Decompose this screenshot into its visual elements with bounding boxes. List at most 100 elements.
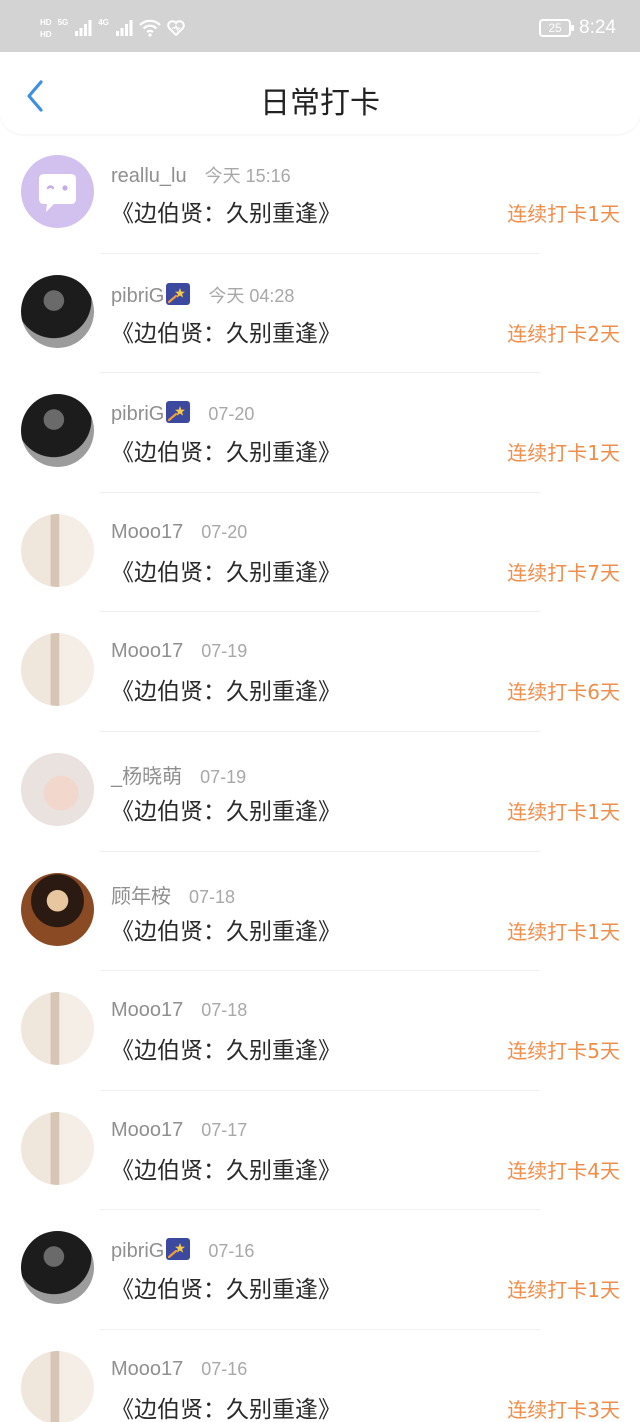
checkin-meta: _杨晓萌 07-19: [111, 760, 246, 789]
username-wrap[interactable]: pibriG: [111, 282, 191, 308]
checkin-meta: pibriG 07-20: [111, 401, 254, 426]
username-wrap[interactable]: Mooo17: [111, 1358, 183, 1381]
username-wrap[interactable]: _杨晓萌: [111, 760, 182, 789]
checkin-time: 07-19: [200, 766, 247, 787]
checkin-time: 07-18: [189, 886, 236, 907]
avatar[interactable]: [21, 513, 94, 587]
username[interactable]: pibriG: [111, 285, 164, 307]
chat-bubble-icon: [39, 174, 76, 212]
checkin-meta: reallu_lu 今天 15:16: [111, 162, 291, 188]
shooting-star-icon: [166, 1238, 191, 1261]
streak-label: 连续打卡4天: [507, 1158, 620, 1183]
checkin-time: 07-20: [201, 521, 248, 542]
streak-label: 连续打卡1天: [507, 1278, 620, 1303]
username-wrap[interactable]: reallu_lu: [111, 165, 187, 188]
hd-badges: HD HD: [40, 18, 52, 39]
book-title[interactable]: 《边伯贤：久别重逢》: [111, 314, 341, 348]
streak-label: 连续打卡1天: [507, 202, 620, 226]
status-bar: HD HD 5G 4G 25 8:24: [0, 0, 640, 52]
book-title[interactable]: 《边伯贤：久别重逢》: [111, 1390, 341, 1422]
streak-label: 连续打卡6天: [507, 680, 620, 705]
checkin-row[interactable]: Mooo17 07-16 《边伯贤：久别重逢》 连续打卡3天: [0, 1330, 640, 1422]
book-title[interactable]: 《边伯贤：久别重逢》: [111, 1270, 341, 1304]
checkin-meta: Mooo17 07-20: [111, 521, 247, 544]
streak-label: 连续打卡1天: [507, 441, 620, 466]
avatar[interactable]: [21, 1111, 94, 1185]
checkin-meta: Mooo17 07-17: [111, 1119, 247, 1142]
username-wrap[interactable]: 顾年桉: [111, 880, 171, 909]
streak-label: 连续打卡7天: [507, 560, 620, 585]
avatar[interactable]: [21, 1231, 94, 1305]
username-wrap[interactable]: Mooo17: [111, 521, 183, 544]
avatar[interactable]: [21, 872, 94, 946]
streak-label: 连续打卡3天: [507, 1397, 620, 1422]
checkin-meta: Mooo17 07-19: [111, 640, 247, 663]
checkin-meta: pibriG 07-16: [111, 1238, 254, 1263]
checkin-row[interactable]: Mooo17 07-17 《边伯贤：久别重逢》 连续打卡4天: [0, 1091, 640, 1211]
network-type-label: 4G: [98, 18, 109, 27]
checkin-row[interactable]: reallu_lu 今天 15:16 《边伯贤：久别重逢》 连续打卡1天: [0, 134, 640, 254]
username-wrap[interactable]: Mooo17: [111, 640, 183, 663]
checkin-row[interactable]: 顾年桉 07-18 《边伯贤：久别重逢》 连续打卡1天: [0, 852, 640, 972]
hd-badge: HD: [40, 29, 52, 39]
username[interactable]: 顾年桉: [111, 886, 171, 908]
checkin-row[interactable]: Mooo17 07-19 《边伯贤：久别重逢》 连续打卡6天: [0, 612, 640, 732]
checkin-time: 07-19: [201, 641, 248, 662]
checkin-time: 今天 04:28: [208, 285, 295, 306]
streak-label: 连续打卡1天: [507, 799, 620, 824]
checkin-row[interactable]: pibriG 07-16 《边伯贤：久别重逢》 连续打卡1天: [0, 1210, 640, 1330]
streak-label: 连续打卡1天: [507, 919, 620, 944]
avatar[interactable]: [21, 394, 94, 468]
shooting-star-icon: [166, 282, 191, 305]
clock: 8:24: [579, 17, 616, 38]
avatar[interactable]: [21, 752, 94, 826]
network-type-label: 5G: [57, 18, 69, 27]
checkin-time: 07-16: [201, 1358, 248, 1379]
book-title[interactable]: 《边伯贤：久别重逢》: [111, 792, 341, 826]
username-wrap[interactable]: pibriG: [111, 401, 191, 426]
streak-label: 连续打卡2天: [507, 321, 620, 346]
checkin-meta: Mooo17 07-16: [111, 1358, 247, 1381]
username[interactable]: Mooo17: [111, 640, 183, 662]
username[interactable]: Mooo17: [111, 521, 183, 543]
checkin-time: 07-16: [208, 1241, 255, 1262]
username[interactable]: reallu_lu: [111, 165, 187, 187]
username[interactable]: Mooo17: [111, 999, 183, 1021]
heart-icon: [167, 20, 185, 36]
username[interactable]: Mooo17: [111, 1119, 183, 1141]
checkin-row[interactable]: _杨晓萌 07-19 《边伯贤：久别重逢》 连续打卡1天: [0, 732, 640, 852]
avatar[interactable]: [21, 155, 94, 228]
page-title: 日常打卡: [260, 86, 380, 121]
book-title[interactable]: 《边伯贤：久别重逢》: [111, 912, 341, 946]
checkin-row[interactable]: Mooo17 07-20 《边伯贤：久别重逢》 连续打卡7天: [0, 493, 640, 613]
checkin-meta: 顾年桉 07-18: [111, 880, 235, 909]
username-wrap[interactable]: Mooo17: [111, 999, 183, 1022]
username[interactable]: pibriG: [111, 403, 164, 425]
username-wrap[interactable]: pibriG: [111, 1238, 191, 1263]
checkin-row[interactable]: pibriG 07-20 《边伯贤：久别重逢》 连续打卡1天: [0, 373, 640, 493]
book-title[interactable]: 《边伯贤：久别重逢》: [111, 194, 341, 228]
checkin-row[interactable]: pibriG 今天 04:28 《边伯贤：久别重逢》 连续打卡2天: [0, 254, 640, 374]
checkin-time: 今天 15:16: [204, 166, 291, 186]
checkin-row[interactable]: Mooo17 07-18 《边伯贤：久别重逢》 连续打卡5天: [0, 971, 640, 1091]
username[interactable]: _杨晓萌: [111, 766, 182, 788]
username[interactable]: Mooo17: [111, 1358, 183, 1380]
checkin-time: 07-20: [208, 404, 255, 425]
battery-icon: 25: [539, 19, 575, 37]
username-wrap[interactable]: Mooo17: [111, 1119, 183, 1142]
book-title[interactable]: 《边伯贤：久别重逢》: [111, 1151, 341, 1185]
checkin-time: 07-18: [201, 1000, 248, 1021]
avatar[interactable]: [21, 1350, 94, 1422]
book-title[interactable]: 《边伯贤：久别重逢》: [111, 1031, 341, 1065]
status-icons-left: HD HD 5G 4G: [40, 16, 185, 40]
nav-bar: 日常打卡: [0, 52, 640, 134]
book-title[interactable]: 《边伯贤：久别重逢》: [111, 672, 341, 706]
book-title[interactable]: 《边伯贤：久别重逢》: [111, 553, 341, 587]
book-title[interactable]: 《边伯贤：久别重逢》: [111, 433, 341, 467]
checkin-list: reallu_lu 今天 15:16 《边伯贤：久别重逢》 连续打卡1天 pibriG 今…: [0, 134, 640, 1422]
username[interactable]: pibriG: [111, 1240, 164, 1262]
avatar[interactable]: [21, 992, 94, 1066]
avatar[interactable]: [21, 633, 94, 707]
avatar[interactable]: [21, 274, 94, 348]
wifi-icon: [139, 19, 161, 37]
